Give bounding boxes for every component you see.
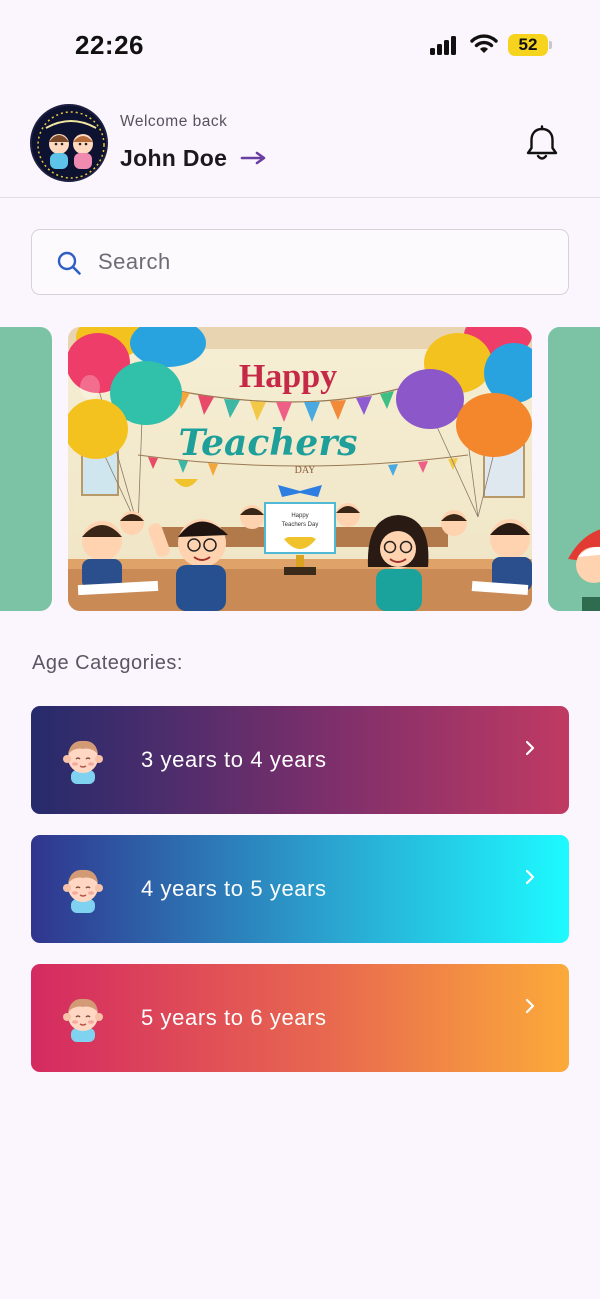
teachers-day-banner[interactable]: Happy Teachers DAY Happy Teachers Day [68, 327, 532, 611]
age-category-label: 3 years to 4 years [141, 747, 327, 772]
banner-card-teachers-day: Teachers Day [282, 522, 319, 528]
wifi-icon [470, 34, 498, 53]
age-category-4-5[interactable]: 4 years to 5 years [31, 835, 569, 943]
signal-icon [430, 35, 460, 55]
kid-face-icon [63, 869, 103, 913]
banner-card-happy: Happy [291, 513, 308, 519]
next-slide-illustration [548, 327, 600, 611]
user-name[interactable]: John Doe [120, 145, 227, 172]
age-category-3-4[interactable]: 3 years to 4 years [31, 706, 569, 814]
status-bar: 22:26 52 [0, 0, 600, 90]
battery-tip [549, 41, 552, 49]
avatar-image [32, 106, 106, 180]
avatar[interactable] [30, 104, 108, 182]
search-icon [57, 251, 81, 275]
kid-face-icon [63, 998, 103, 1042]
chevron-right-icon [525, 998, 535, 1014]
banner-title-teachers: Teachers [178, 422, 357, 464]
age-categories-title: Age Categories: [32, 652, 183, 674]
age-category-5-6[interactable]: 5 years to 6 years [31, 964, 569, 1072]
previous-slide[interactable] [0, 327, 52, 611]
age-category-label: 5 years to 6 years [141, 1005, 327, 1030]
bell-icon[interactable] [524, 125, 560, 163]
kid-face-icon [63, 740, 103, 784]
battery-level: 52 [508, 34, 548, 56]
welcome-text: Welcome back [120, 113, 228, 130]
search-box[interactable] [31, 229, 569, 295]
banner-title-happy: Happy [239, 358, 337, 395]
chevron-right-icon [525, 740, 535, 756]
banner-illustration: Happy Teachers DAY Happy Teachers Day [68, 327, 532, 611]
chevron-right-icon [525, 869, 535, 885]
arrow-right-icon[interactable] [240, 145, 268, 171]
status-time: 22:26 [75, 30, 144, 60]
banner-title-day: DAY [295, 465, 316, 476]
next-slide[interactable] [548, 327, 600, 611]
age-category-label: 4 years to 5 years [141, 876, 327, 901]
app-header: Welcome back John Doe [0, 90, 600, 198]
banner-carousel[interactable]: Happy Teachers DAY Happy Teachers Day [0, 327, 600, 611]
search-input[interactable] [98, 230, 538, 293]
